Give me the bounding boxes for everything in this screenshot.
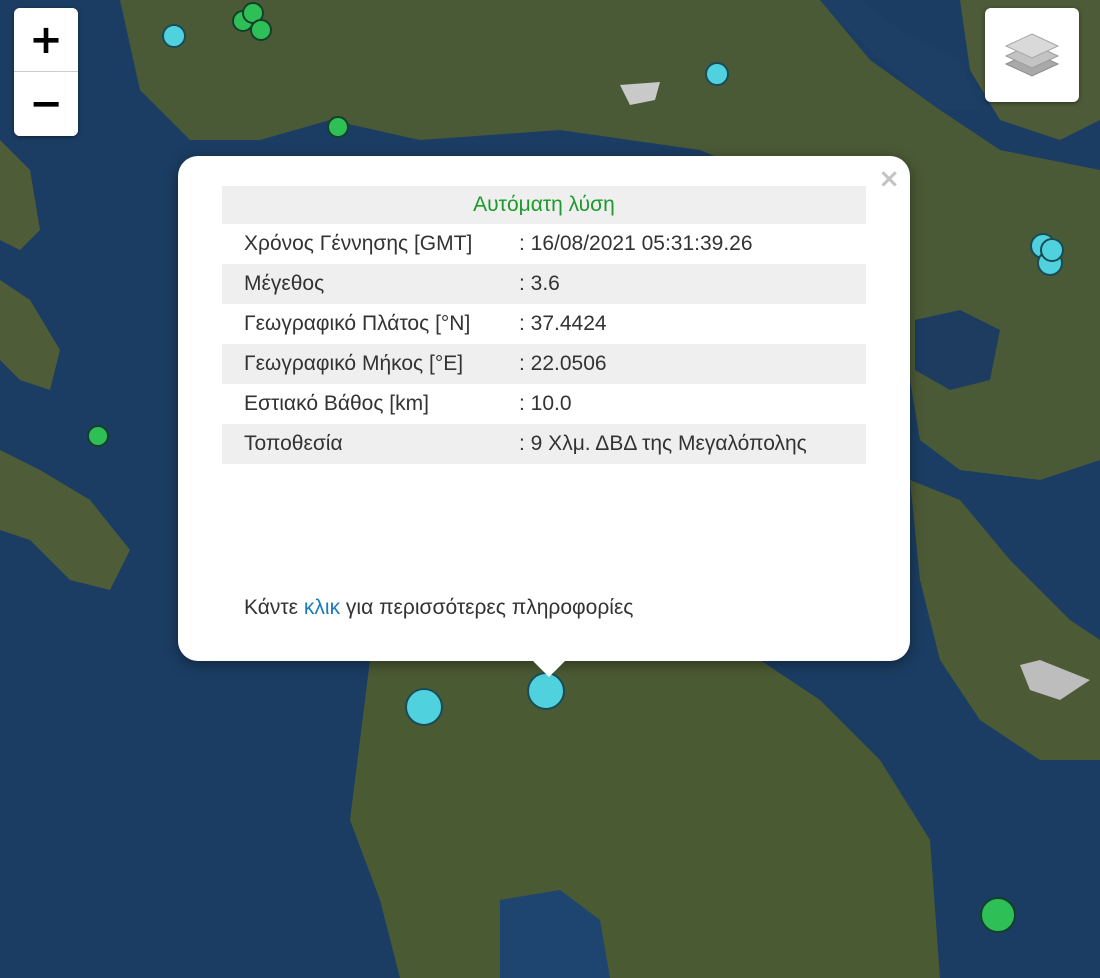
magnitude-label: Μέγεθος: [222, 264, 511, 304]
more-info-text: Κάντε κλικ για περισσότερες πληροφορίες: [244, 596, 633, 620]
selected-earthquake-marker[interactable]: [527, 672, 565, 710]
earthquake-marker[interactable]: [980, 897, 1016, 933]
earthquake-marker[interactable]: [1040, 238, 1064, 262]
location-value: : 9 Χλμ. ΔΒΔ της Μεγαλόπολης: [511, 424, 866, 464]
earthquake-info-table: Αυτόματη λύση Χρόνος Γέννησης [GMT] : 16/…: [222, 186, 866, 464]
latitude-value: : 37.4424: [519, 312, 607, 335]
earthquake-marker[interactable]: [87, 425, 109, 447]
depth-label: Εστιακό Βάθος [km]: [244, 392, 429, 415]
origin-time-value: : 16/08/2021 05:31:39.26: [519, 232, 753, 255]
earthquake-marker[interactable]: [250, 19, 272, 41]
more-info-suffix: για περισσότερες πληροφορίες: [345, 596, 634, 619]
zoom-control: + −: [14, 8, 78, 136]
zoom-in-button[interactable]: +: [14, 8, 78, 72]
popup-title: Αυτόματη λύση: [222, 186, 866, 224]
longitude-label: Γεωγραφικό Μήκος [°E]: [222, 344, 511, 384]
map-view[interactable]: + − × Αυτόματη λύση Χρόνος Γέννησης [GMT…: [0, 0, 1100, 978]
depth-value: : 10.0: [519, 392, 572, 415]
earthquake-marker[interactable]: [327, 116, 349, 138]
magnitude-value: : 3.6: [511, 264, 866, 304]
more-info-link[interactable]: κλικ: [304, 596, 340, 619]
location-label: Τοποθεσία: [222, 424, 511, 464]
earthquake-popup: × Αυτόματη λύση Χρόνος Γέννησης [GMT] : 1…: [178, 156, 910, 677]
earthquake-marker[interactable]: [162, 24, 186, 48]
popup-close-button[interactable]: ×: [878, 166, 900, 192]
layers-icon: [1004, 33, 1060, 77]
popup-tip: [531, 659, 567, 677]
earthquake-marker[interactable]: [705, 62, 729, 86]
longitude-value: : 22.0506: [511, 344, 866, 384]
earthquake-marker[interactable]: [405, 688, 443, 726]
zoom-out-button[interactable]: −: [14, 72, 78, 136]
latitude-label: Γεωγραφικό Πλάτος [°N]: [244, 312, 471, 335]
origin-time-label: Χρόνος Γέννησης [GMT]: [244, 232, 473, 255]
layers-button[interactable]: [985, 8, 1079, 102]
more-info-prefix: Κάντε: [244, 596, 299, 619]
